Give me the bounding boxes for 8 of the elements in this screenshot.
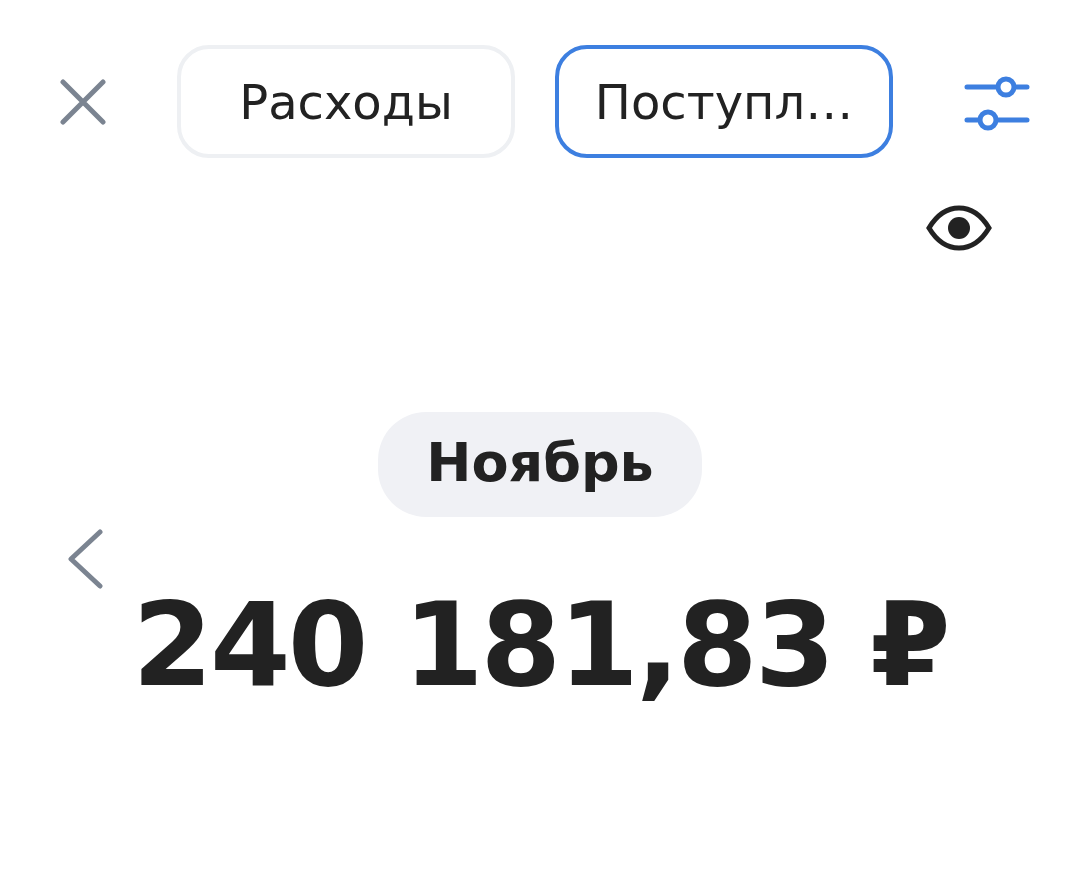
tab[interactable]: Расходы (177, 45, 515, 158)
month-selector[interactable]: Ноябрь (378, 412, 702, 517)
close-icon[interactable] (60, 79, 106, 125)
total-amount: 240 181,83 ₽ (132, 587, 948, 703)
settings-icon[interactable] (964, 75, 1030, 131)
tab[interactable]: Поступл… (555, 45, 893, 158)
eye-icon[interactable] (926, 205, 992, 251)
chevron-left-icon[interactable] (66, 529, 104, 589)
